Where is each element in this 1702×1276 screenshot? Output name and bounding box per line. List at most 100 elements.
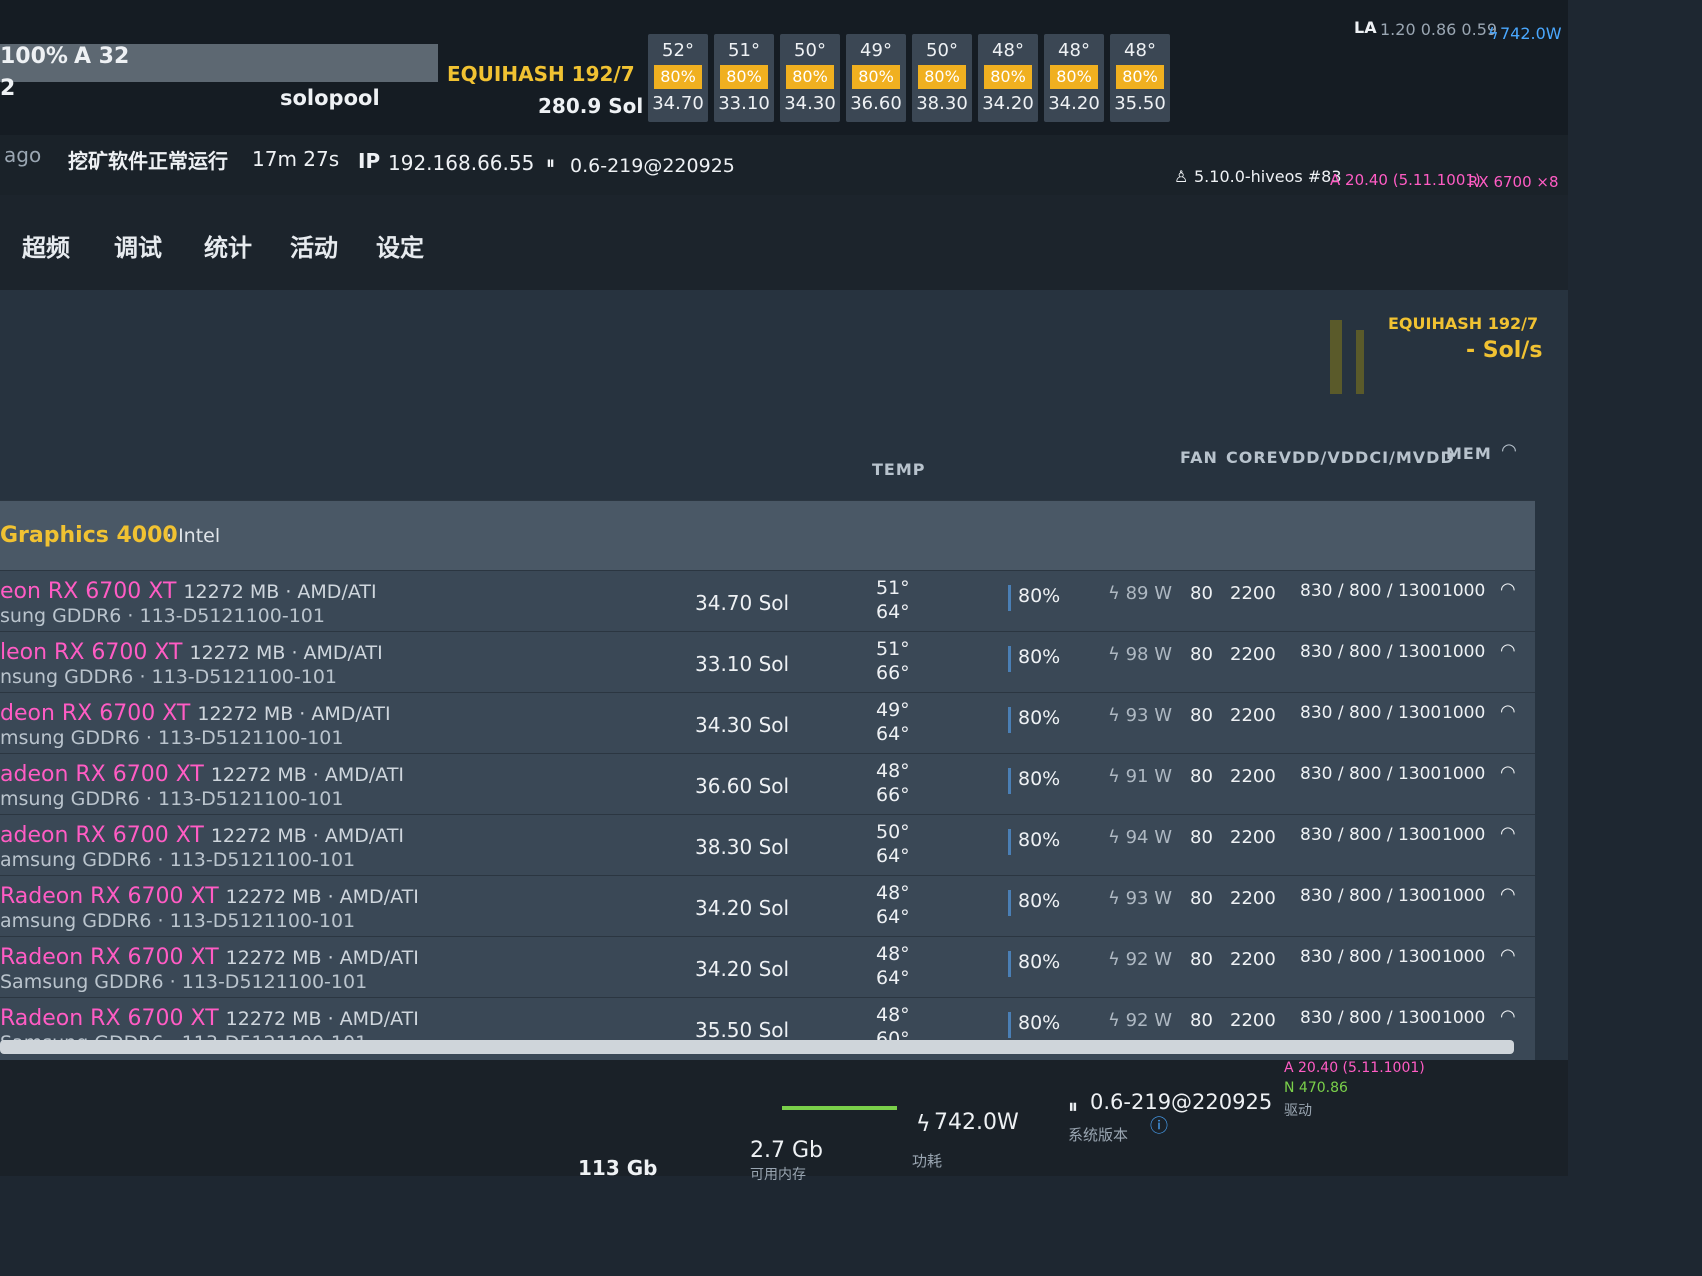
gauge-icon[interactable]: ◠ [1500,701,1516,722]
gauge-icon[interactable]: ◠ [1500,762,1516,783]
gauge-icon[interactable]: ◠ [1500,1006,1516,1027]
gpu-row[interactable]: eon RX 6700 XT 12272 MB · AMD/ATI sung GD… [0,570,1535,633]
version-icon: ⏸ [546,153,555,174]
gpu-fan-setting: 80 [1190,766,1213,787]
tab-settings[interactable]: 设定 [376,228,424,263]
gpu-name: deon RX 6700 XT [0,701,191,726]
gpu-core-clock: 2200 [1230,827,1276,848]
tab-activity[interactable]: 活动 [290,228,338,263]
gpu-row[interactable]: Radeon RX 6700 XT 12272 MB · AMD/ATISams… [0,936,1535,999]
gpu-row[interactable]: Radeon RX 6700 XT 12272 MB · AMD/ATI amsu… [0,875,1535,938]
version-label: 系统版本 [1068,1126,1129,1144]
gpu-core-clock: 2200 [1230,583,1276,604]
gpu-mem-clock: 1000 [1442,642,1486,662]
gpu-row[interactable]: adeon RX 6700 XT 12272 MB · AMD/ATI msung… [0,753,1535,816]
gpu-row[interactable]: deon RX 6700 XT 12272 MB · AMD/ATI msung … [0,692,1535,755]
intel-gpu-name: Graphics 4000 [0,523,178,548]
gpu-power-value: 94 W [1125,827,1173,848]
gpu-tile[interactable]: 52° 80% 34.70 [648,34,708,122]
tile-rate: 35.50 [1114,93,1166,114]
pool-name[interactable]: solopool [280,86,380,110]
miner-status: 挖矿软件正常运行 [68,149,228,173]
tile-fan: 80% [1116,65,1164,89]
gpu-hashrate: 36.60 Sol [695,774,790,798]
gpu-spec: 12272 MB · AMD/ATI [210,825,405,847]
gpu-fan: 80% [1018,890,1061,912]
tile-temp: 48° [1058,40,1090,61]
gpu-row[interactable]: leon RX 6700 XT 12272 MB · AMD/ATI nsung … [0,631,1535,694]
gpu-core-temp: 48° [876,943,910,965]
version-icon-bottom: ⏸ [1068,1094,1078,1118]
uptime: 17m 27s [252,147,340,171]
gpu-power: ϟ 94 W [1108,827,1173,848]
gpu-core-temp: 48° [876,760,910,782]
fan-bar [1008,951,1011,977]
tile-temp: 48° [992,40,1024,61]
gpu-memory: Samsung GDDR6 · 113-D5121100-101 [0,971,368,993]
gpu-name: Radeon RX 6700 XT [0,945,219,970]
gpu-core-clock: 2200 [1230,644,1276,665]
gpu-tile[interactable]: 50° 80% 38.30 [912,34,972,122]
gpu-voltages: 830 / 800 / 1300 [1300,642,1442,662]
gpu-power: ϟ 98 W [1108,644,1173,665]
fan-bar [1008,646,1011,672]
gpu-tile[interactable]: 48° 80% 34.20 [978,34,1038,122]
gpu-tile[interactable]: 51° 80% 33.10 [714,34,774,122]
gpu-mem-clock: 1000 [1442,764,1486,784]
gpu-power-value: 89 W [1125,583,1173,604]
gpu-core-clock: 2200 [1230,949,1276,970]
tile-fan: 80% [984,65,1032,89]
gpu-voltages: 830 / 800 / 1300 [1300,886,1442,906]
gpu-memory: amsung GDDR6 · 113-D5121100-101 [0,910,356,932]
gpu-fan: 80% [1018,768,1061,790]
tile-temp: 49° [860,40,892,61]
gpu-core-clock: 2200 [1230,705,1276,726]
tab-stats[interactable]: 统计 [204,228,252,263]
driver-label: 驱动 [1284,1103,1312,1119]
gpu-core-temp: 48° [876,1004,910,1026]
gpu-tile[interactable]: 50° 80% 34.30 [780,34,840,122]
ram-usage-line [782,1106,897,1110]
gpu-power: ϟ 89 W [1108,583,1173,604]
gauge-icon[interactable]: ◠ [1500,823,1516,844]
ip-address: 192.168.66.55 [388,151,535,175]
fan-bar [1008,707,1011,733]
fan-bar [1008,1012,1011,1038]
gpu-mem-temp: 64° [876,845,910,867]
gpu-name: adeon RX 6700 XT [0,823,204,848]
gpu-power-value: 91 W [1125,766,1173,787]
gpu-hashrate: 33.10 Sol [695,652,790,676]
tile-temp: 51° [728,40,760,61]
tile-temp: 52° [662,40,694,61]
info-icon[interactable]: ⓘ [1150,1112,1168,1138]
tile-rate: 36.60 [850,93,902,114]
gpu-mem-temp: 66° [876,662,910,684]
horizontal-scrollbar[interactable] [0,1040,1514,1054]
hashrate-sparkline [1330,320,1342,394]
gauge-icon[interactable]: ◠ [1500,579,1516,600]
gpu-row[interactable]: adeon RX 6700 XT 12272 MB · AMD/ATI amsun… [0,814,1535,877]
gauge-icon[interactable]: ◠ [1500,884,1516,905]
gpu-memory: msung GDDR6 · 113-D5121100-101 [0,788,344,810]
tab-overclock[interactable]: 超频 [22,228,70,263]
gpu-spec: 12272 MB · AMD/ATI [183,581,377,603]
gpu-power: ϟ 92 W [1108,949,1173,970]
gpu-memory: nsung GDDR6 · 113-D5121100-101 [0,666,338,688]
rig-number: 2 [0,76,16,101]
tab-debug[interactable]: 调试 [114,228,162,263]
gpu-name-line: Radeon RX 6700 XT 12272 MB · AMD/ATI [0,884,419,909]
gpu-power: ϟ 92 W [1108,1010,1173,1031]
tile-rate: 34.20 [1048,93,1100,114]
gpu-name-line: Radeon RX 6700 XT 12272 MB · AMD/ATI [0,945,419,970]
gpu-tile[interactable]: 48° 80% 35.50 [1110,34,1170,122]
gpu-tile[interactable]: 48° 80% 34.20 [1044,34,1104,122]
tile-fan: 80% [1050,65,1098,89]
ip-label: IP [358,149,381,173]
fan-bar [1008,829,1011,855]
bottom-power: 742.0W [934,1110,1019,1135]
miner-rate: - Sol/s [1466,338,1543,363]
gpu-tile[interactable]: 49° 80% 36.60 [846,34,906,122]
gpu-mem-temp: 64° [876,601,910,623]
gauge-icon[interactable]: ◠ [1500,945,1516,966]
gauge-icon[interactable]: ◠ [1500,640,1516,661]
